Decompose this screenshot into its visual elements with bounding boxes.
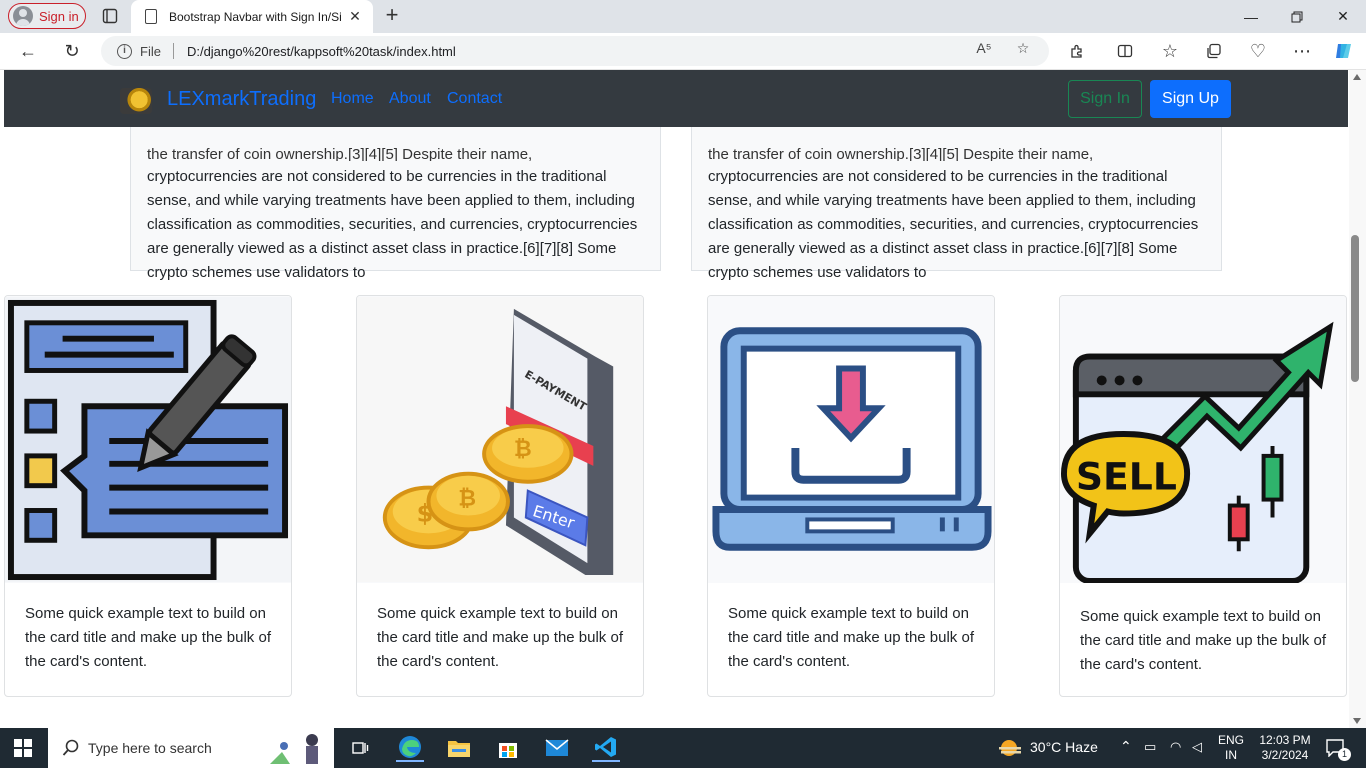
avatar-icon bbox=[13, 6, 33, 26]
show-hidden-icons[interactable]: ⌃ bbox=[1120, 739, 1132, 754]
brand-link[interactable]: LEXmarkTrading bbox=[167, 88, 316, 111]
card-text: Some quick example text to build on the … bbox=[377, 605, 623, 670]
card: Some quick example text to build on the … bbox=[707, 295, 995, 697]
clipped-text-line: the transfer of coin ownership.[3][4][5]… bbox=[147, 146, 533, 161]
clock-time: 12:03 PM bbox=[1259, 733, 1311, 747]
info-text-body: cryptocurrencies are not considered to b… bbox=[708, 168, 1199, 281]
address-scheme: File bbox=[140, 43, 161, 59]
search-placeholder: Type here to search bbox=[88, 740, 212, 756]
address-separator bbox=[172, 43, 174, 59]
page-viewport: LEXmarkTrading Home About Contact Sign I… bbox=[0, 70, 1349, 728]
new-tab-button[interactable]: + bbox=[381, 4, 403, 27]
info-text-body: cryptocurrencies are not considered to b… bbox=[147, 168, 638, 281]
minimize-icon[interactable]: ― bbox=[1228, 0, 1274, 33]
sell-chart-icon: SELL bbox=[1060, 296, 1346, 583]
sell-label: SELL bbox=[1076, 455, 1177, 499]
refresh-icon[interactable]: ↻ bbox=[58, 37, 86, 65]
card: SELL Some quick example text to build on… bbox=[1059, 295, 1347, 697]
notification-count: 1 bbox=[1338, 748, 1351, 761]
favorite-star-icon[interactable]: ☆ bbox=[1014, 39, 1032, 57]
scroll-up-icon[interactable] bbox=[1353, 74, 1361, 80]
laptop-download-icon bbox=[708, 296, 994, 583]
read-aloud-icon[interactable]: A⁵ bbox=[975, 39, 993, 57]
tab-actions-icon[interactable] bbox=[101, 7, 119, 25]
address-url: D:/django%20rest/kappsoft%20task/index.h… bbox=[186, 43, 456, 59]
e-payment-coins-icon: E-PAYMENT Enter ₿ $ ₿ bbox=[357, 296, 643, 583]
scroll-thumb[interactable] bbox=[1351, 235, 1359, 382]
close-tab-icon[interactable]: ✕ bbox=[347, 8, 363, 25]
nav-contact[interactable]: Contact bbox=[447, 90, 502, 108]
close-window-icon[interactable]: ✕ bbox=[1320, 0, 1366, 33]
scroll-down-icon[interactable] bbox=[1353, 718, 1361, 724]
browser-essentials-icon[interactable]: ♡ bbox=[1244, 37, 1272, 65]
profile-button[interactable]: Sign in bbox=[8, 3, 86, 29]
browser-toolbar: ← ↻ i File D:/django%20rest/kappsoft%20t… bbox=[0, 33, 1366, 70]
sign-in-button[interactable]: Sign In bbox=[1068, 80, 1142, 118]
extensions-icon[interactable] bbox=[1063, 37, 1091, 65]
taskbar-search[interactable]: Type here to search bbox=[48, 728, 334, 768]
page-icon bbox=[145, 9, 157, 24]
profile-label: Sign in bbox=[39, 8, 79, 24]
card-text: Some quick example text to build on the … bbox=[728, 605, 974, 670]
site-navbar: LEXmarkTrading Home About Contact Sign I… bbox=[4, 70, 1348, 127]
language-indicator[interactable]: ENG IN bbox=[1216, 733, 1246, 763]
language-code: ENG bbox=[1217, 733, 1244, 747]
card-text: Some quick example text to build on the … bbox=[1080, 608, 1326, 673]
restore-icon[interactable] bbox=[1274, 0, 1320, 33]
task-view-icon[interactable] bbox=[346, 734, 374, 762]
tab-title: Bootstrap Navbar with Sign In/Si bbox=[169, 9, 342, 24]
region-code: IN bbox=[1225, 748, 1237, 762]
document-edit-icon bbox=[5, 296, 291, 583]
card-text: Some quick example text to build on the … bbox=[25, 605, 271, 670]
weather-icon[interactable] bbox=[996, 734, 1024, 762]
edge-taskbar-icon[interactable] bbox=[396, 734, 424, 762]
search-icon bbox=[62, 739, 79, 756]
favorites-icon[interactable]: ☆ bbox=[1156, 37, 1184, 65]
microsoft-store-icon[interactable] bbox=[494, 734, 522, 762]
notifications-icon[interactable]: 1 bbox=[1322, 734, 1351, 762]
collections-icon[interactable] bbox=[1200, 37, 1228, 65]
mail-icon[interactable] bbox=[543, 734, 571, 762]
split-screen-icon[interactable] bbox=[1111, 37, 1139, 65]
copilot-icon[interactable] bbox=[1330, 37, 1358, 65]
vscode-icon[interactable] bbox=[592, 734, 620, 762]
battery-icon[interactable]: ▭ bbox=[1144, 739, 1156, 754]
file-explorer-icon[interactable] bbox=[445, 734, 473, 762]
nav-home[interactable]: Home bbox=[331, 90, 374, 108]
svg-text:₿: ₿ bbox=[458, 487, 476, 512]
address-bar[interactable]: i File D:/django%20rest/kappsoft%20task/… bbox=[101, 36, 1049, 66]
volume-icon[interactable]: ◁ bbox=[1192, 739, 1202, 754]
weather-text[interactable]: 30°C Haze bbox=[1030, 740, 1098, 755]
info-icon[interactable]: i bbox=[117, 43, 132, 59]
card: E-PAYMENT Enter ₿ $ ₿ Some quick example… bbox=[356, 295, 644, 697]
svg-text:₿: ₿ bbox=[514, 437, 532, 462]
card: Some quick example text to build on the … bbox=[4, 295, 292, 697]
search-highlight-icon bbox=[270, 734, 318, 764]
browser-tab-bar: Sign in Bootstrap Navbar with Sign In/Si… bbox=[0, 0, 1366, 33]
sign-up-button[interactable]: Sign Up bbox=[1150, 80, 1231, 118]
clock[interactable]: 12:03 PM 3/2/2024 bbox=[1252, 733, 1318, 763]
network-icon[interactable]: ◠ bbox=[1170, 739, 1181, 754]
brand-logo-icon[interactable] bbox=[120, 88, 152, 114]
nav-about[interactable]: About bbox=[389, 90, 431, 108]
windows-taskbar: Type here to search 30°C Haze ⌃ ▭ ◠ ◁ EN… bbox=[0, 728, 1366, 768]
page-scrollbar[interactable] bbox=[1349, 70, 1366, 728]
clipped-text-line: the transfer of coin ownership.[3][4][5]… bbox=[708, 146, 1094, 161]
back-icon[interactable]: ← bbox=[14, 37, 42, 65]
windows-start-icon[interactable] bbox=[14, 739, 32, 757]
browser-tab-active[interactable]: Bootstrap Navbar with Sign In/Si ✕ bbox=[131, 0, 373, 33]
more-options-icon[interactable]: ⋯ bbox=[1288, 37, 1316, 65]
clock-date: 3/2/2024 bbox=[1261, 748, 1309, 762]
